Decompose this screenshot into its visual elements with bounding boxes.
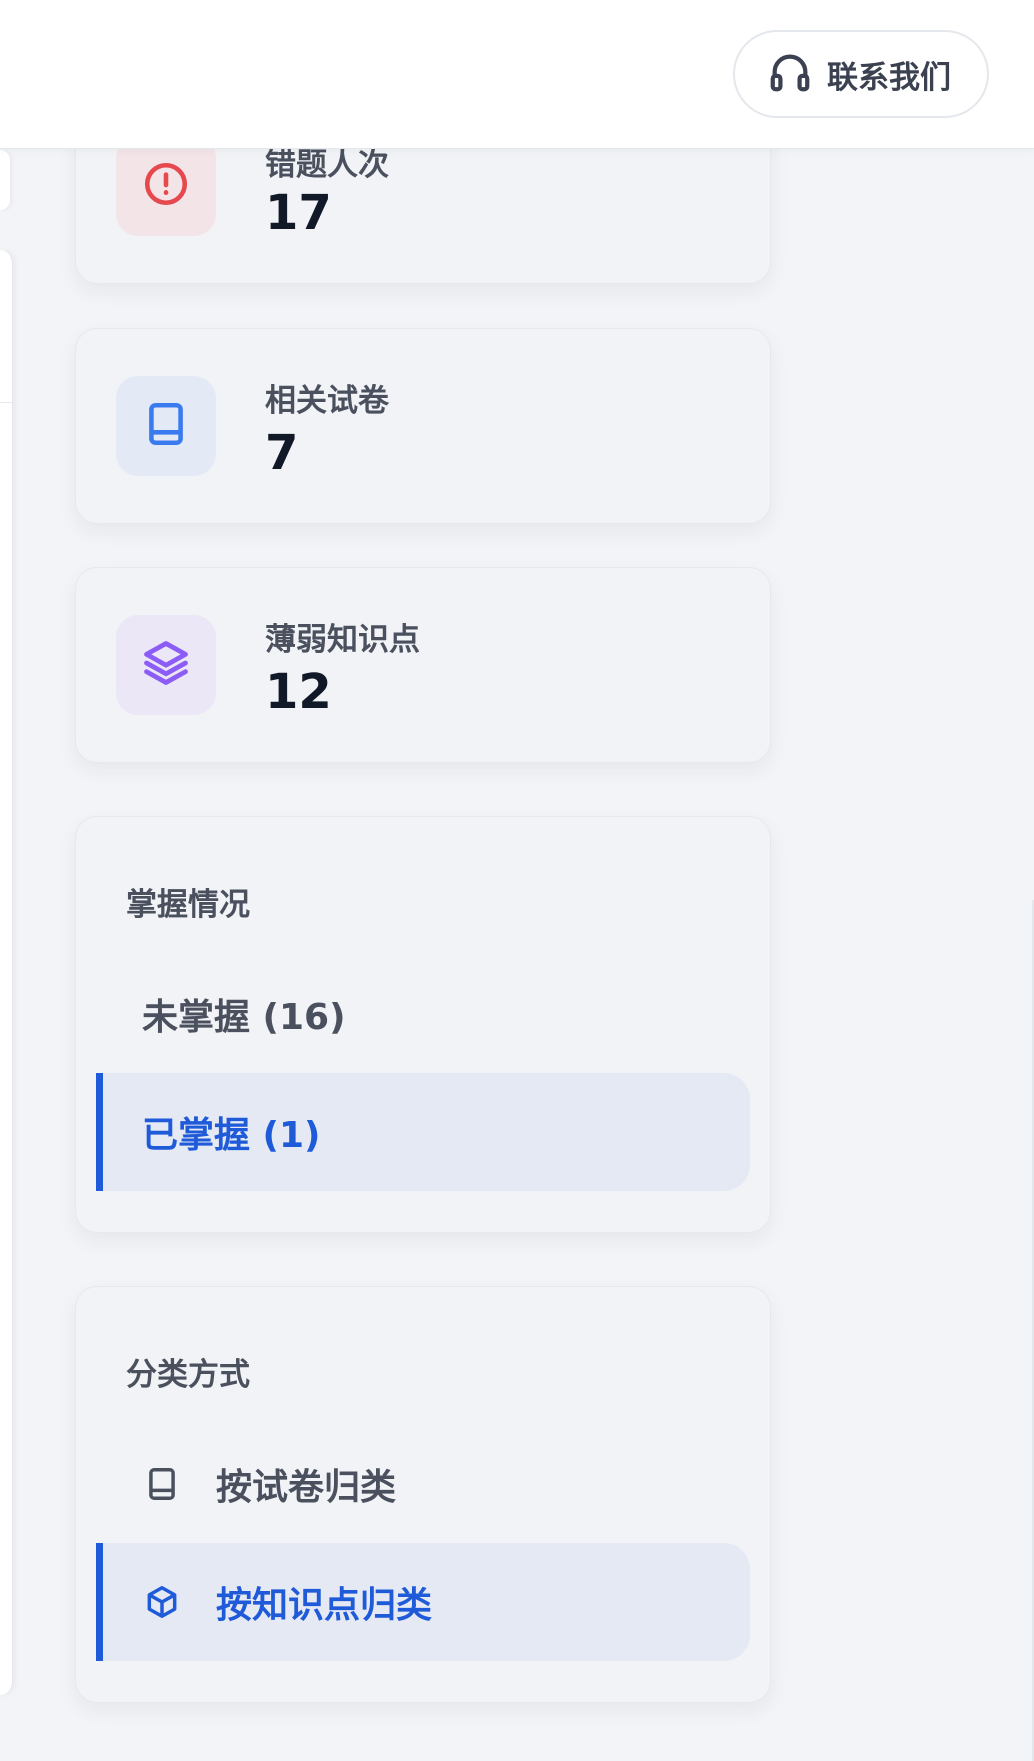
option-label: 按试卷归类 <box>216 1467 397 1508</box>
stat-label: 相关试卷 <box>265 383 389 419</box>
mastery-filter-panel: 掌握情况 未掌握 (16) 已掌握 (1) <box>75 816 771 1233</box>
stat-card-related-papers: 相关试卷 7 <box>75 328 771 524</box>
stat-icon-box <box>116 615 216 715</box>
panel-title: 掌握情况 <box>126 887 250 923</box>
adjacent-panel-divider <box>0 402 12 403</box>
cube-icon <box>142 1582 182 1622</box>
option-label: 按知识点归类 <box>216 1585 433 1626</box>
stat-label: 薄弱知识点 <box>265 622 420 658</box>
stat-value: 12 <box>265 664 332 720</box>
layers-icon <box>140 637 192 693</box>
contact-us-button[interactable]: 联系我们 <box>733 30 989 118</box>
stat-icon-box <box>116 136 216 236</box>
option-label: 未掌握 (16) <box>142 997 346 1038</box>
classify-option-by-paper[interactable]: 按试卷归类 <box>96 1425 750 1543</box>
panel-title: 分类方式 <box>126 1357 250 1393</box>
book-icon <box>141 399 191 453</box>
classify-mode-panel: 分类方式 按试卷归类 按知识点归类 <box>75 1286 771 1703</box>
book-icon <box>142 1464 182 1504</box>
stat-icon-box <box>116 376 216 476</box>
contact-us-label: 联系我们 <box>827 59 951 96</box>
option-label: 已掌握 (1) <box>142 1115 321 1156</box>
adjacent-panel-edge <box>0 250 13 1695</box>
adjacent-card-edge <box>0 150 10 210</box>
filter-option-mastered[interactable]: 已掌握 (1) <box>96 1073 750 1191</box>
stat-card-weak-points: 薄弱知识点 12 <box>75 567 771 763</box>
stat-value: 17 <box>265 185 332 241</box>
headphones-icon <box>767 49 813 99</box>
filter-option-unmastered[interactable]: 未掌握 (16) <box>96 955 750 1073</box>
stat-value: 7 <box>265 425 299 481</box>
classify-option-by-knowledge-point[interactable]: 按知识点归类 <box>96 1543 750 1661</box>
top-header: 联系我们 <box>0 0 1034 149</box>
alert-circle-icon <box>141 159 191 213</box>
